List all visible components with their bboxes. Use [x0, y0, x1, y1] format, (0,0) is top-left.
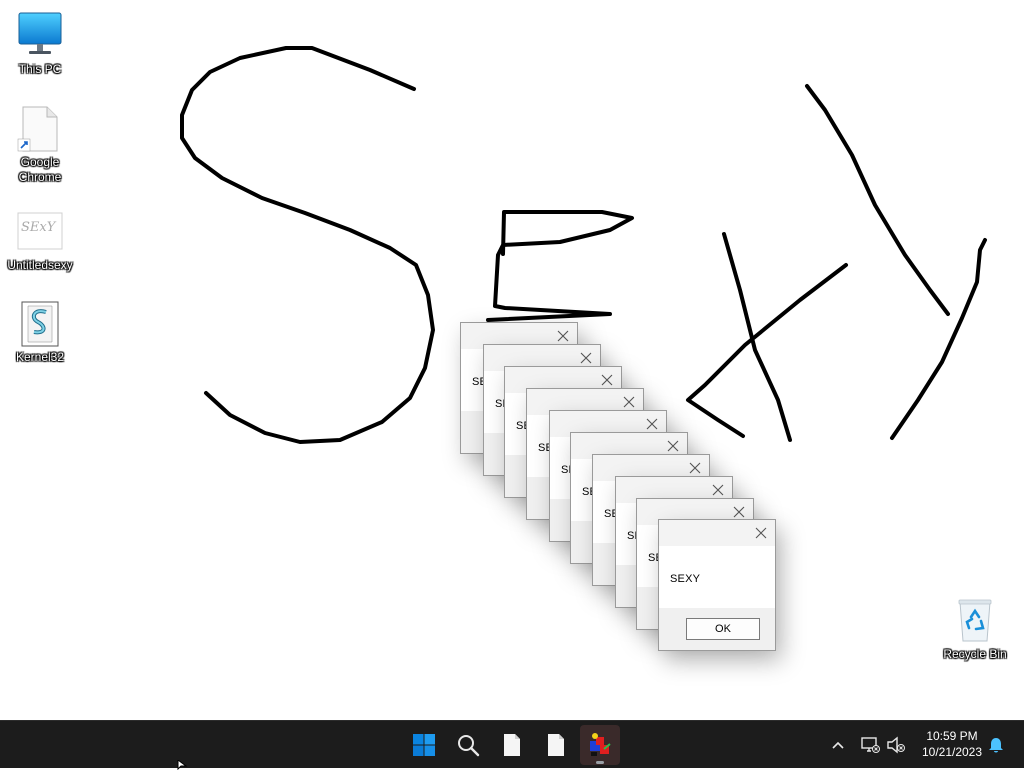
blank-file-shortcut-icon	[16, 105, 64, 153]
close-icon[interactable]	[644, 416, 660, 432]
script-scroll-icon	[16, 300, 64, 348]
close-icon[interactable]	[710, 482, 726, 498]
desktop-icon-label: Kernel32	[15, 350, 65, 364]
drawn-letter-e	[486, 210, 634, 322]
dialog-button-area: OK	[659, 608, 775, 650]
recycle-bin-icon	[951, 597, 999, 645]
drawn-letter-x	[686, 232, 848, 442]
notifications-button[interactable]	[984, 733, 1008, 757]
dialog-message: SEXY	[670, 573, 701, 585]
volume-muted-icon	[887, 736, 905, 754]
volume-button[interactable]	[884, 733, 908, 757]
desktop-icon-recycle-bin[interactable]: Recycle Bin	[935, 597, 1015, 662]
network-status-button[interactable]	[858, 733, 882, 757]
desktop-icon-this-pc[interactable]: This PC	[0, 12, 80, 77]
bell-icon	[989, 738, 1003, 753]
close-icon[interactable]	[731, 504, 747, 520]
close-icon[interactable]	[687, 460, 703, 476]
message-dialog-front[interactable]: SEXY OK	[658, 519, 776, 651]
close-icon[interactable]	[621, 394, 637, 410]
windows-logo-icon	[413, 734, 435, 756]
search-icon	[458, 735, 480, 757]
desktop-icon-label: Recycle Bin	[943, 647, 1007, 661]
desktop-icon-untitledsexy[interactable]: SExY Untitledsexy	[0, 208, 80, 273]
desktop-icon-label: This PC	[18, 62, 62, 76]
close-icon[interactable]	[599, 372, 615, 388]
desktop[interactable]: This PC Google Chrome SExY Untitledsexy	[0, 0, 1024, 720]
monitor-icon	[16, 12, 64, 60]
start-button[interactable]	[404, 725, 444, 765]
clock-time: 10:59 PM	[926, 729, 978, 743]
clock-date: 10/21/2023	[921, 745, 983, 759]
taskbar-running-app[interactable]	[580, 725, 620, 765]
chevron-up-icon	[832, 741, 844, 749]
taskbar-file-button-1[interactable]	[492, 725, 532, 765]
app-icon	[590, 733, 611, 756]
close-icon[interactable]	[555, 328, 571, 344]
thumbnail-text: SExY	[21, 220, 56, 235]
close-icon[interactable]	[665, 438, 681, 454]
file-icon	[504, 734, 520, 756]
desktop-icon-label: Google Chrome	[18, 155, 62, 184]
close-icon[interactable]	[753, 525, 769, 541]
ok-button[interactable]: OK	[686, 618, 760, 640]
desktop-icon-label: Untitledsexy	[7, 258, 73, 272]
desktop-icon-google-chrome[interactable]: Google Chrome	[0, 105, 80, 185]
taskbar-file-button-2[interactable]	[536, 725, 576, 765]
drawn-letter-s	[180, 46, 435, 444]
clock[interactable]: 10:59 PM 10/21/2023	[912, 728, 992, 760]
close-icon[interactable]	[578, 350, 594, 366]
taskbar: 10:59 PM 10/21/2023	[0, 720, 1024, 768]
network-disconnected-icon	[861, 737, 880, 753]
show-hidden-icons-button[interactable]	[826, 733, 850, 757]
drawn-letter-y	[805, 84, 987, 440]
search-button[interactable]	[448, 725, 488, 765]
file-icon	[548, 734, 564, 756]
image-thumbnail-icon: SExY	[16, 208, 64, 256]
mouse-cursor-icon	[177, 760, 188, 770]
desktop-icon-kernel32[interactable]: Kernel32	[0, 300, 80, 365]
